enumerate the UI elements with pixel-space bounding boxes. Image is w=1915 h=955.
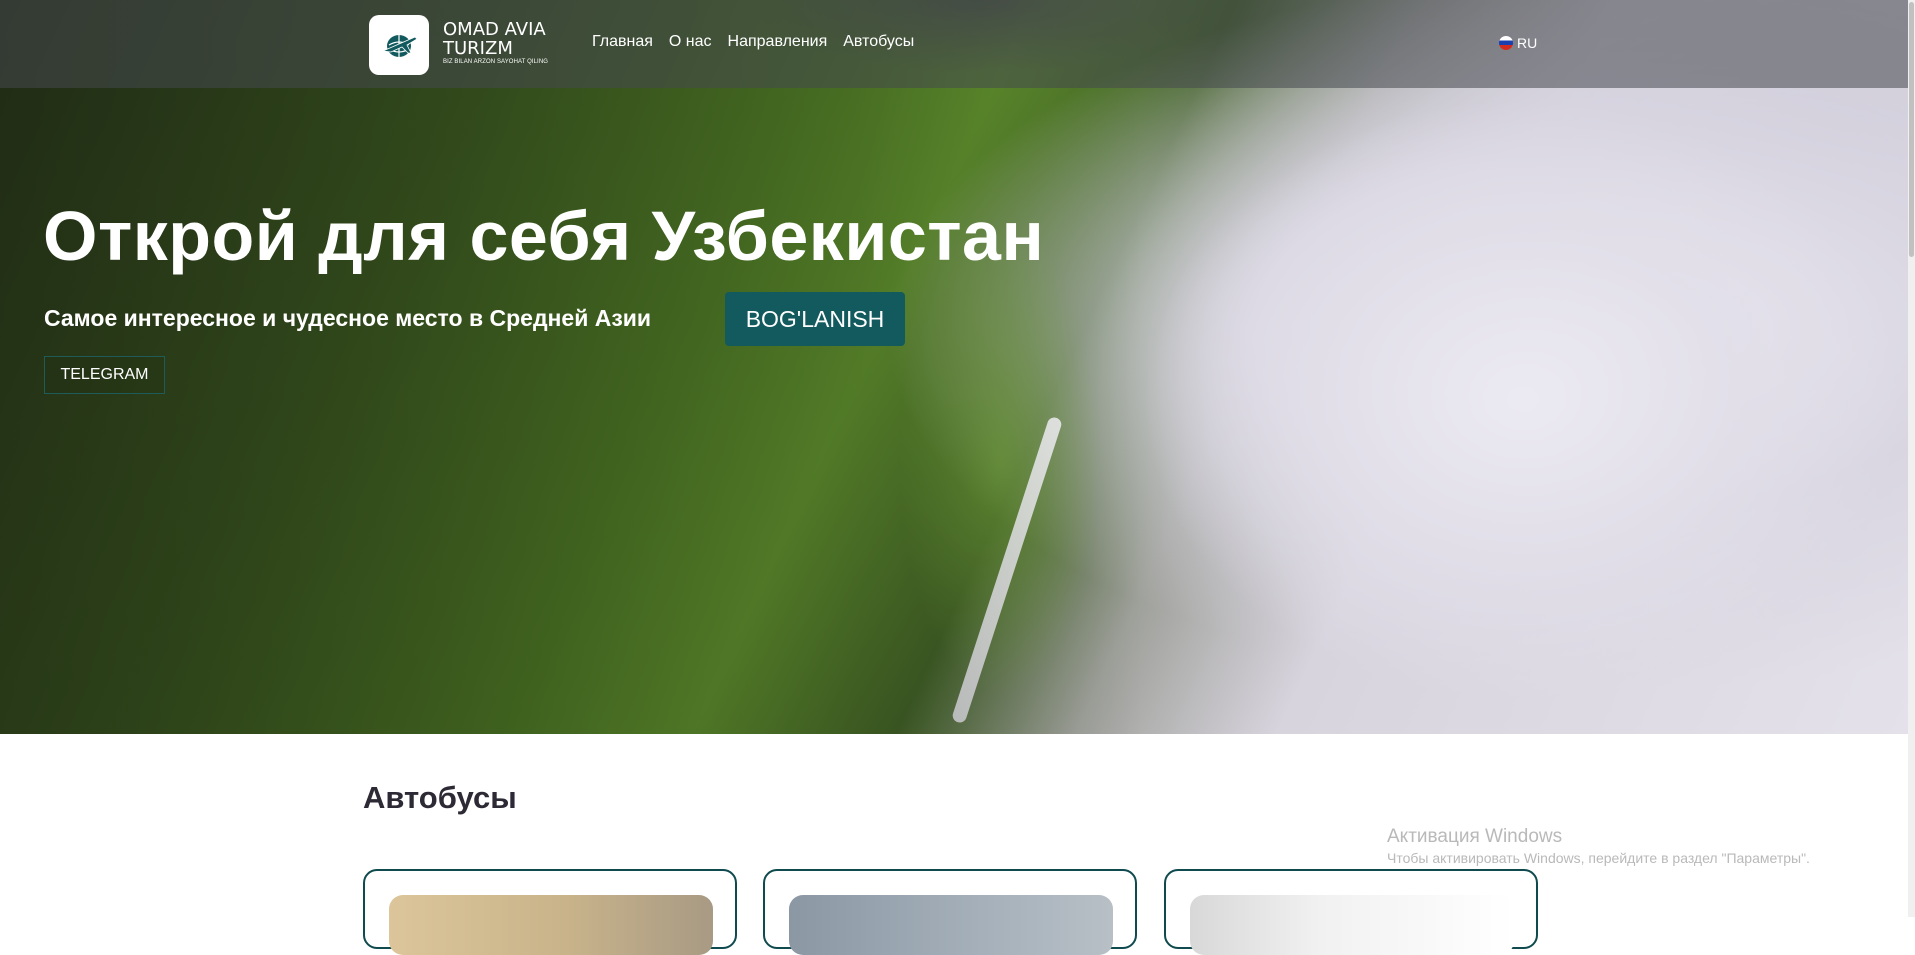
- hero-overlay: [0, 0, 1908, 734]
- main-nav: Главная О нас Направления Автобусы: [592, 33, 914, 51]
- airplane-globe-icon: [381, 35, 418, 57]
- bus-card-image: [1190, 895, 1514, 955]
- hero-subtitle: Самое интересное и чудесное место в Сред…: [44, 305, 652, 331]
- navbar: OMAD AVIA TURIZM BIZ BILAN ARZON SAYOHAT…: [0, 0, 1908, 88]
- nav-link-home[interactable]: Главная: [592, 33, 653, 51]
- bus-card-image: [789, 895, 1113, 955]
- page-scrollbar-thumb[interactable]: [1909, 2, 1914, 257]
- brand-logo[interactable]: [369, 15, 429, 75]
- brand-title: OMAD AVIA TURIZM: [443, 19, 546, 59]
- telegram-button[interactable]: TELEGRAM: [44, 356, 165, 394]
- language-label: RU: [1517, 35, 1538, 51]
- language-selector[interactable]: RU: [1499, 35, 1537, 51]
- nav-link-about[interactable]: О нас: [669, 33, 712, 51]
- russia-flag-icon: [1499, 36, 1513, 50]
- hero-background: [0, 0, 1908, 734]
- nav-link-buses[interactable]: Автобусы: [843, 33, 914, 51]
- nav-link-destinations[interactable]: Направления: [728, 33, 828, 51]
- windows-activation-title: Активация Windows: [1387, 826, 1563, 847]
- hero-title: Открой для себя Узбекистан: [43, 197, 1045, 275]
- bus-card-image: [389, 895, 713, 955]
- windows-activation-text: Чтобы активировать Windows, перейдите в …: [1387, 850, 1810, 866]
- bus-card[interactable]: [763, 869, 1137, 955]
- buses-section-title: Автобусы: [363, 780, 517, 815]
- brand-tagline: BIZ BILAN ARZON SAYOHAT QILING: [443, 59, 549, 65]
- bus-card[interactable]: [1164, 869, 1538, 955]
- contact-button[interactable]: BOG'LANISH: [725, 292, 905, 346]
- bus-card[interactable]: [363, 869, 737, 955]
